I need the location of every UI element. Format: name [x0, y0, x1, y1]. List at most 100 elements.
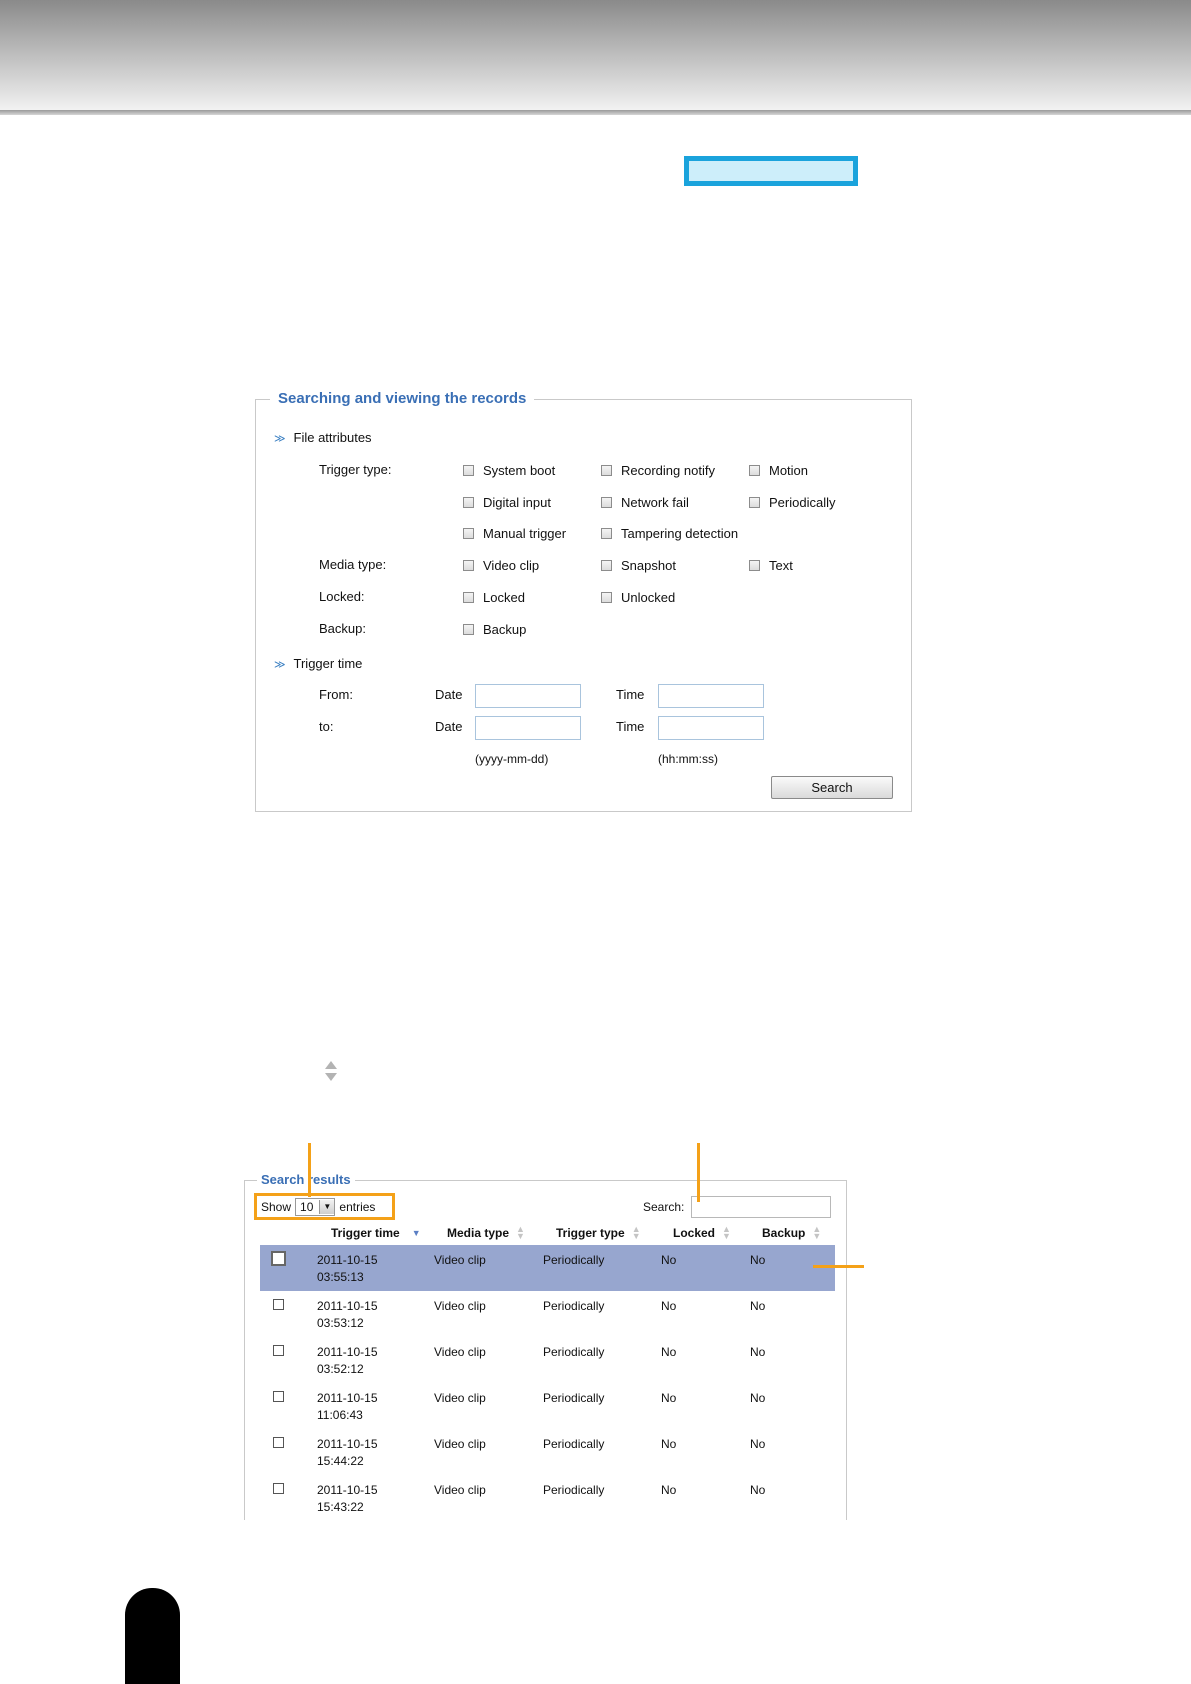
cell-trigger-time: 2011-10-15 15:44:22 — [317, 1436, 378, 1470]
cell-time: 03:52:12 — [317, 1362, 364, 1376]
checkbox-label: Backup — [483, 622, 527, 637]
checkbox-snapshot[interactable]: Snapshot — [601, 558, 676, 573]
search-button[interactable]: Search — [771, 776, 893, 799]
row-checkbox[interactable] — [273, 1299, 284, 1310]
to-date-input[interactable] — [475, 716, 581, 740]
to-date-label: Date — [435, 719, 463, 734]
show-entries-control: Show 10 ▼ entries — [254, 1193, 395, 1220]
file-attributes-toggle[interactable]: ≫ File attributes — [274, 430, 372, 445]
table-row[interactable]: 2011-10-15 03:52:12 Video clip Periodically… — [260, 1337, 835, 1383]
checkbox-periodically[interactable]: Periodically — [749, 495, 835, 510]
double-chevron-down-icon: ≫ — [274, 433, 286, 445]
cell-date: 2011-10-15 — [317, 1253, 378, 1267]
to-time-input[interactable] — [658, 716, 764, 740]
page-tab-marker — [125, 1588, 180, 1684]
from-time-input[interactable] — [658, 684, 764, 708]
cell-date: 2011-10-15 — [317, 1437, 378, 1451]
checkbox-motion[interactable]: Motion — [749, 463, 808, 478]
cell-trigger-time: 2011-10-15 03:55:13 — [317, 1252, 378, 1286]
sort-arrows-icon: ▲ ▼ — [722, 1224, 731, 1241]
sort-arrows-icon: ▲ ▼ — [812, 1224, 822, 1241]
cell-trigger-type: Periodically — [543, 1253, 605, 1267]
checkbox-network-fail[interactable]: Network fail — [601, 495, 689, 510]
cell-backup: No — [750, 1483, 766, 1497]
column-header-media-type[interactable]: Media type ▲ ▼ — [447, 1225, 525, 1241]
cell-date: 2011-10-15 — [317, 1391, 378, 1405]
cell-locked: No — [661, 1299, 677, 1313]
cell-backup: No — [750, 1253, 766, 1267]
cell-trigger-type: Periodically — [543, 1437, 605, 1451]
results-search-label: Search: — [643, 1200, 685, 1214]
checkbox-icon — [749, 497, 760, 508]
row-checkbox[interactable] — [273, 1483, 284, 1494]
checkbox-backup[interactable]: Backup — [463, 622, 526, 637]
table-row[interactable]: 2011-10-15 15:43:22 Video clip Periodically… — [260, 1475, 835, 1521]
table-row[interactable]: 2011-10-15 03:53:12 Video clip Periodically… — [260, 1291, 835, 1337]
cell-backup: No — [750, 1391, 766, 1405]
cell-time: 15:43:22 — [317, 1500, 364, 1514]
sort-desc-icon: ▼ — [411, 1227, 421, 1238]
checkbox-text[interactable]: Text — [749, 558, 793, 573]
cell-trigger-time: 2011-10-15 03:53:12 — [317, 1298, 378, 1332]
column-header-backup[interactable]: Backup ▲ ▼ — [762, 1224, 822, 1241]
checkbox-icon — [749, 560, 760, 571]
sort-arrows-icon — [325, 1061, 337, 1081]
cell-media-type: Video clip — [434, 1299, 486, 1313]
cell-trigger-type: Periodically — [543, 1299, 605, 1313]
cell-media-type: Video clip — [434, 1483, 486, 1497]
cell-locked: No — [661, 1483, 677, 1497]
search-results-panel: Search results Show 10 ▼ entries Search:… — [244, 1172, 847, 1521]
results-title: Search results — [257, 1172, 355, 1187]
checkbox-label: Snapshot — [621, 558, 676, 573]
row-checkbox[interactable] — [273, 1437, 284, 1448]
header-rule — [0, 110, 1191, 115]
checkbox-icon — [601, 465, 612, 476]
cell-locked: No — [661, 1253, 677, 1267]
search-panel: Searching and viewing the records ≫ File … — [255, 390, 912, 812]
cell-trigger-time: 2011-10-15 11:06:43 — [317, 1390, 378, 1424]
checkbox-manual-trigger[interactable]: Manual trigger — [463, 526, 566, 541]
column-header-trigger-time[interactable]: Trigger time ▼ — [331, 1226, 421, 1240]
cell-backup: No — [750, 1299, 766, 1313]
checkbox-digital-input[interactable]: Digital input — [463, 495, 551, 510]
checkbox-label: Manual trigger — [483, 526, 567, 541]
header-band — [0, 0, 1191, 110]
checkbox-video-clip[interactable]: Video clip — [463, 558, 539, 573]
row-checkbox[interactable] — [271, 1251, 286, 1266]
column-header-trigger-type[interactable]: Trigger type ▲ ▼ — [556, 1225, 641, 1241]
checkbox-unlocked[interactable]: Unlocked — [601, 590, 675, 605]
table-row[interactable]: 2011-10-15 03:55:13 Video clip Periodically… — [260, 1245, 835, 1291]
cell-time: 15:44:22 — [317, 1454, 364, 1468]
checkbox-icon — [601, 560, 612, 571]
checkbox-icon — [463, 592, 474, 603]
cell-locked: No — [661, 1437, 677, 1451]
checkbox-recording-notify[interactable]: Recording notify — [601, 463, 715, 478]
cell-date: 2011-10-15 — [317, 1345, 378, 1359]
checkbox-locked[interactable]: Locked — [463, 590, 525, 605]
cell-trigger-time: 2011-10-15 15:43:22 — [317, 1482, 378, 1516]
column-header-locked[interactable]: Locked ▲ ▼ — [673, 1224, 731, 1241]
cell-time: 11:06:43 — [317, 1408, 363, 1422]
cell-locked: No — [661, 1345, 677, 1359]
entries-select[interactable]: 10 ▼ — [295, 1197, 336, 1216]
column-header-label: Trigger type — [556, 1226, 625, 1240]
locked-label: Locked: — [319, 589, 365, 604]
cell-time: 03:53:12 — [317, 1316, 364, 1330]
checkbox-tampering-detection[interactable]: Tampering detection — [601, 526, 738, 541]
from-date-input[interactable] — [475, 684, 581, 708]
cell-trigger-type: Periodically — [543, 1483, 605, 1497]
cell-backup: No — [750, 1345, 766, 1359]
to-time-label: Time — [616, 719, 645, 734]
cell-date: 2011-10-15 — [317, 1483, 378, 1497]
results-search-input[interactable] — [691, 1196, 831, 1218]
panel-title: Searching and viewing the records — [270, 390, 535, 407]
column-header-label: Media type — [447, 1226, 510, 1240]
table-row[interactable]: 2011-10-15 15:44:22 Video clip Periodically… — [260, 1429, 835, 1475]
row-checkbox[interactable] — [273, 1345, 284, 1356]
checkbox-system-boot[interactable]: System boot — [463, 463, 555, 478]
trigger-time-toggle[interactable]: ≫ Trigger time — [274, 656, 362, 671]
entries-label: entries — [339, 1199, 376, 1214]
table-row[interactable]: 2011-10-15 11:06:43 Video clip Periodically… — [260, 1383, 835, 1429]
checkbox-icon — [601, 592, 612, 603]
row-checkbox[interactable] — [273, 1391, 284, 1402]
